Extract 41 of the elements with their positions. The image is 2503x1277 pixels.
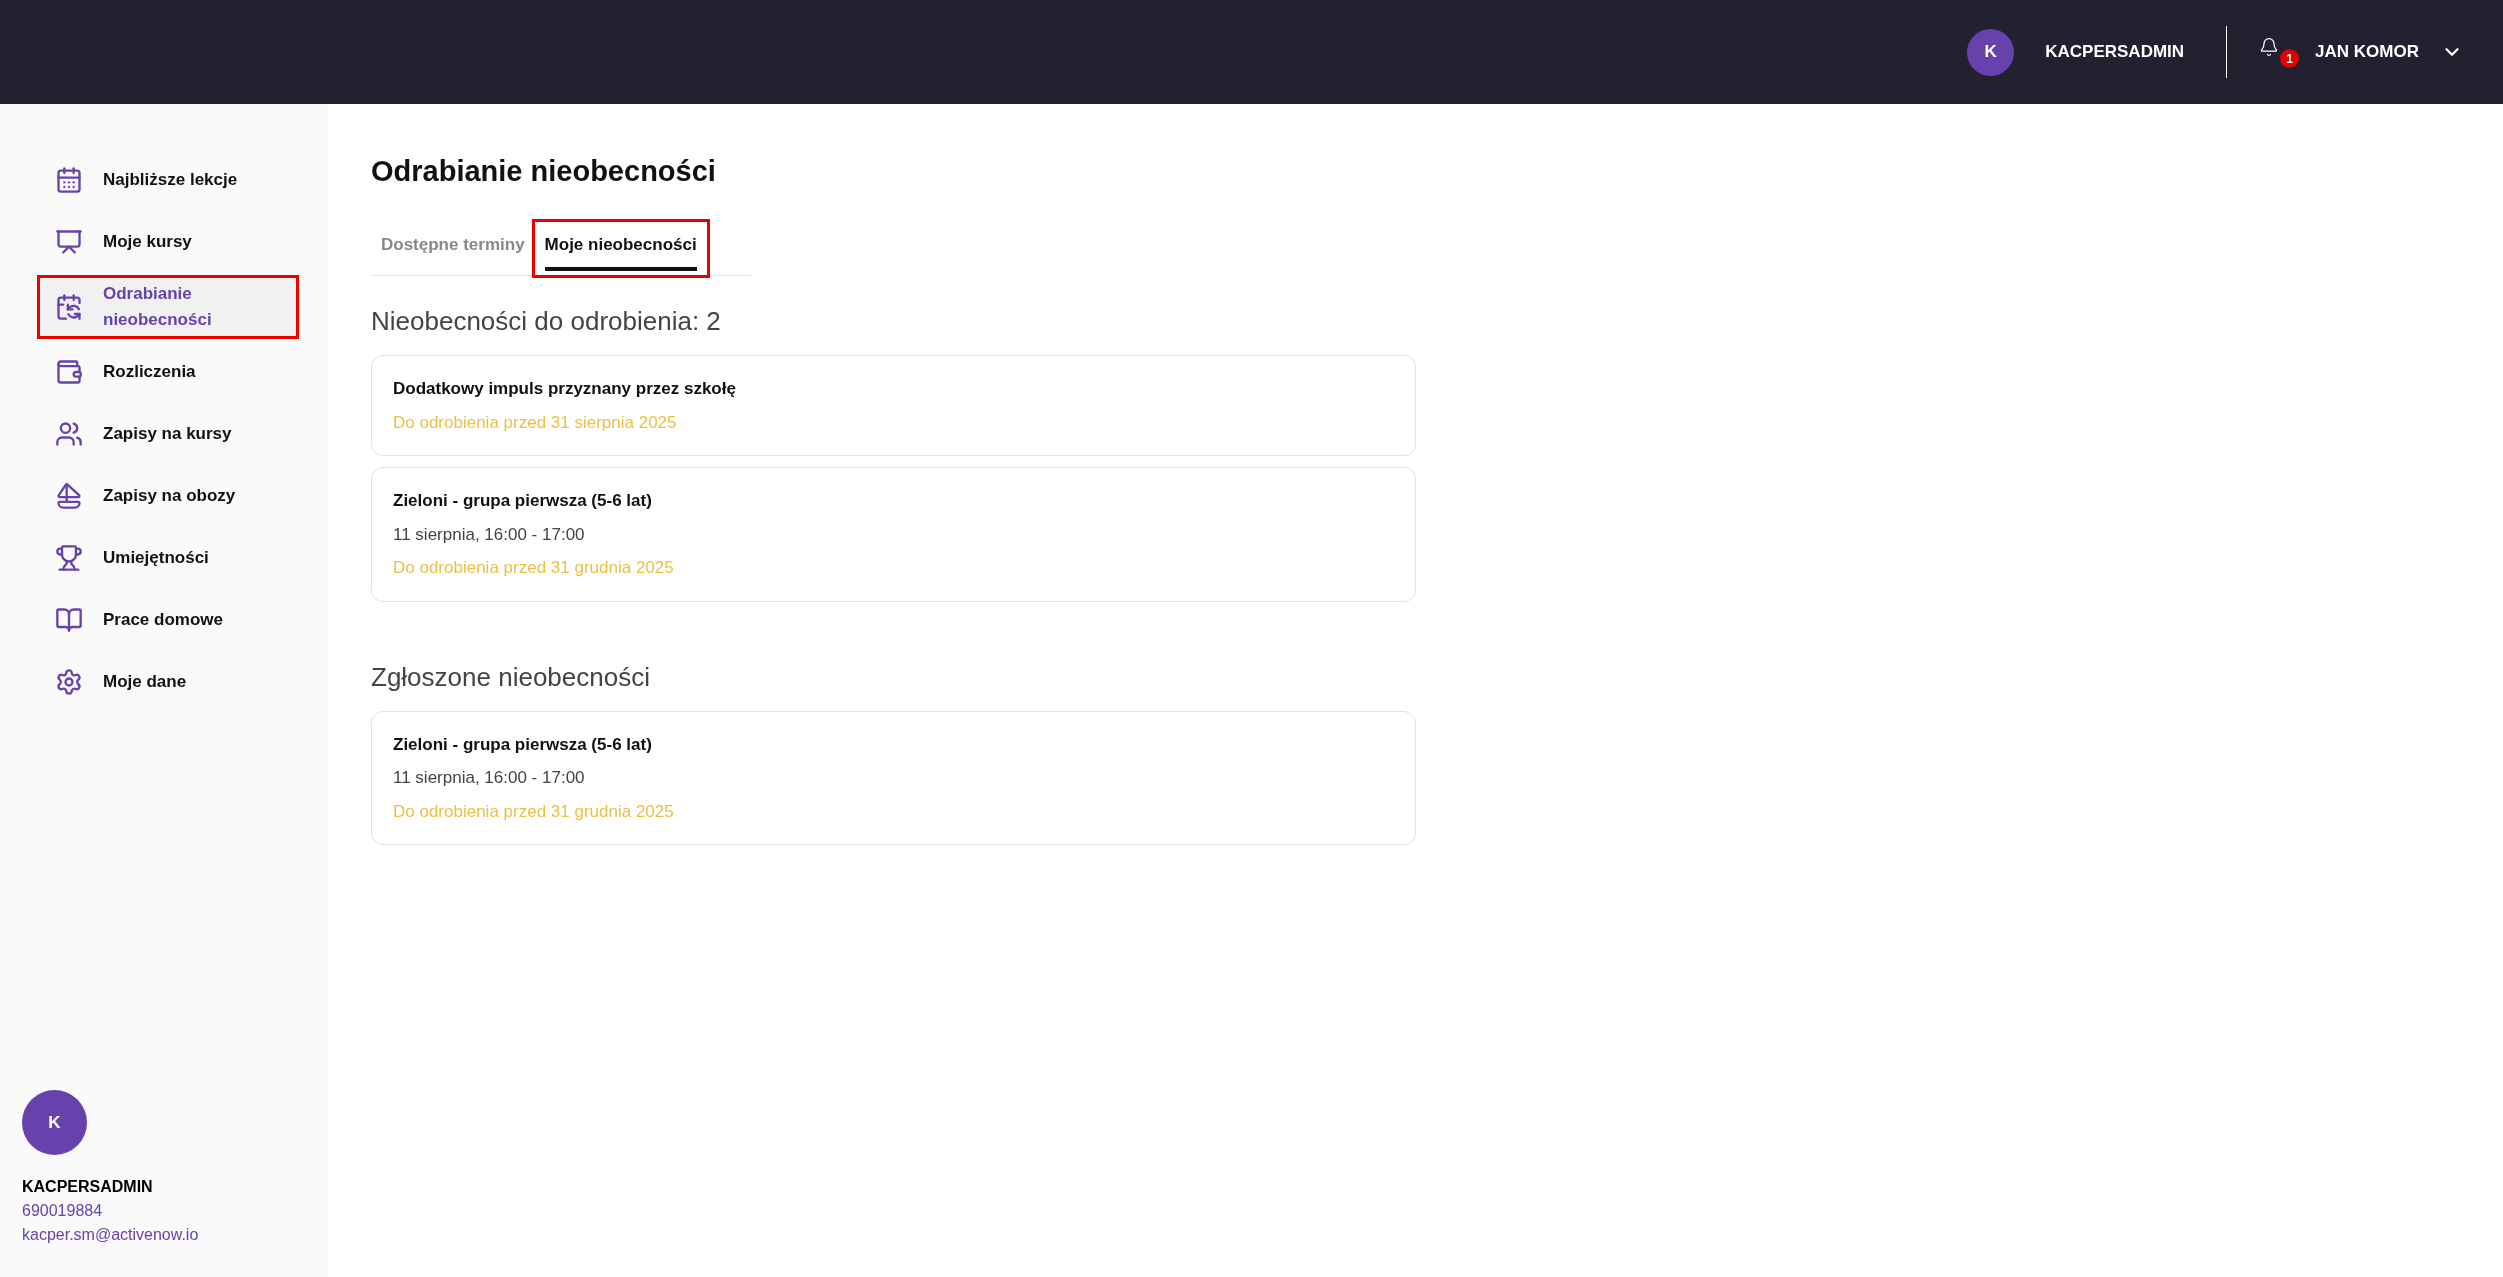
card-deadline: Do odrobienia przed 31 grudnia 2025	[393, 557, 675, 579]
user-avatar[interactable]: K	[1967, 28, 2015, 76]
profile-phone[interactable]: 690019884	[22, 1199, 328, 1223]
card-deadline: Do odrobienia przed 31 grudnia 2025	[393, 800, 675, 823]
tab[interactable]: Dostępne terminy	[371, 221, 535, 275]
card-title: Zieloni - grupa pierwsza (5-6 lat)	[393, 733, 653, 756]
sidebar-item[interactable]: Moje dane	[40, 656, 296, 708]
profile-email[interactable]: kacper.sm@activenow.io	[22, 1223, 328, 1247]
presentation-icon	[55, 228, 83, 256]
sidebar-item[interactable]: Umiejętności	[40, 532, 296, 584]
account-menu-button[interactable]: JAN KOMOR	[2315, 39, 2463, 65]
sidebar-item[interactable]: Zapisy na kursy	[40, 408, 296, 460]
sidebar-item[interactable]: Prace domowe	[40, 594, 296, 646]
page-title: Odrabianie nieobecności	[371, 154, 717, 189]
section-heading: Zgłoszone nieobecności	[371, 660, 651, 694]
book-icon	[55, 606, 83, 634]
card-deadline: Do odrobienia przed 31 sierpnia 2025	[393, 411, 678, 434]
bell-icon	[2259, 35, 2280, 59]
sidebar-item[interactable]: Zapisy na obozy	[40, 470, 296, 522]
profile-avatar: K	[22, 1090, 87, 1155]
notification-badge: 1	[2280, 49, 2300, 68]
wallet-icon	[55, 358, 83, 386]
sailboat-icon	[55, 482, 83, 510]
card-title: Zieloni - grupa pierwsza (5-6 lat)	[393, 490, 653, 512]
card-title: Dodatkowy impuls przyznany przez szkołę	[393, 378, 737, 400]
calendar-icon	[55, 166, 83, 194]
notification-button[interactable]: 1	[2259, 35, 2300, 69]
settings-icon	[55, 668, 83, 696]
calendar-refresh-icon	[55, 293, 83, 321]
section-heading: Nieobecności do odrobienia: 2	[371, 305, 722, 338]
sidebar-item[interactable]: Moje kursy	[40, 216, 296, 268]
people-icon	[55, 420, 83, 448]
sidebar-item[interactable]: Odrabianie nieobecności	[40, 278, 296, 336]
card-date: 11 sierpnia, 16:00 - 17:00	[393, 767, 586, 789]
sidebar-item[interactable]: Najbliższe lekcje	[40, 154, 296, 206]
trophy-icon	[55, 544, 83, 572]
tab[interactable]: Moje nieobecności	[534, 221, 707, 275]
profile-name: KACPERSADMIN	[22, 1177, 154, 1197]
card-date: 11 sierpnia, 16:00 - 17:00	[393, 523, 586, 546]
sidebar-item[interactable]: Rozliczenia	[40, 346, 296, 398]
username: KACPERSADMIN	[2045, 41, 2185, 64]
